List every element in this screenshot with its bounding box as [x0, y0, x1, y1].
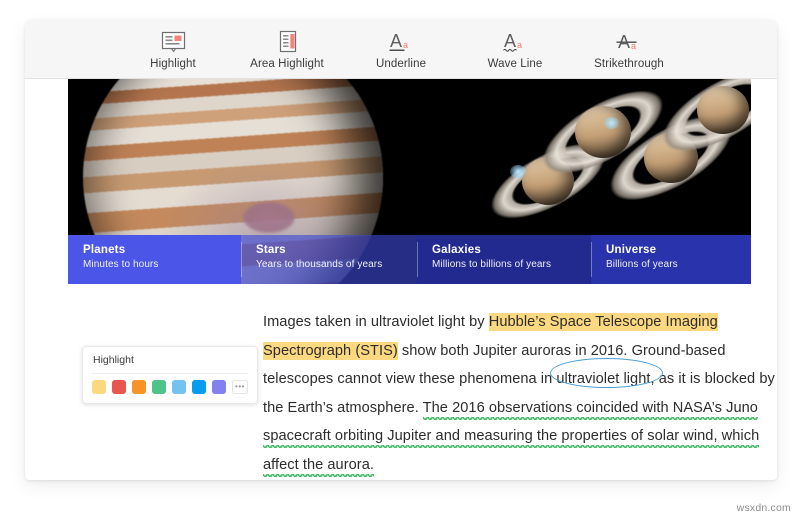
annotation-tool-list: Highlight Area Highlight A a Underline A…: [127, 28, 675, 70]
text-plain-1: Images taken in ultraviolet light by: [263, 314, 489, 330]
great-red-spot: [243, 202, 295, 233]
hero-image: Planets Minutes to hours Stars Years to …: [68, 79, 751, 284]
wave-line-icon: A a: [500, 28, 530, 55]
timeline-banner: Planets Minutes to hours Stars Years to …: [68, 235, 751, 284]
banner-segment-stars: Stars Years to thousands of years: [241, 235, 417, 284]
more-colors-button[interactable]: •••: [232, 380, 248, 394]
popup-divider: [92, 373, 248, 374]
tool-highlight[interactable]: Highlight: [127, 28, 219, 70]
tool-label: Highlight: [150, 58, 196, 70]
app-root: Highlight Area Highlight A a Underline A…: [0, 0, 800, 520]
banner-segment-title: Planets: [83, 244, 126, 256]
svg-text:A: A: [504, 31, 516, 51]
article-paragraph[interactable]: Images taken in ultraviolet light by Hub…: [263, 308, 777, 479]
color-swatch-blue[interactable]: [192, 380, 206, 394]
highlight-icon: [160, 28, 187, 55]
tool-wave-line[interactable]: A a Wave Line: [469, 28, 561, 71]
color-swatch-yellow[interactable]: [92, 380, 106, 394]
highlight-color-popup[interactable]: Highlight •••: [82, 346, 258, 404]
banner-segment-planets: Planets Minutes to hours: [68, 235, 241, 284]
banner-segment-universe: Universe Billions of years: [591, 235, 751, 284]
strikethrough-icon: A a: [614, 28, 644, 55]
banner-segment-subtitle: Millions to billions of years: [432, 259, 552, 270]
banner-segment-title: Universe: [606, 244, 657, 256]
color-swatch-red[interactable]: [112, 380, 126, 394]
document-window: Highlight Area Highlight A a Underline A…: [25, 20, 777, 480]
tool-strikethrough[interactable]: A a Strikethrough: [583, 28, 675, 71]
tool-label: Strikethrough: [594, 58, 664, 70]
banner-segment-subtitle: Billions of years: [606, 259, 678, 270]
watermark: wsxdn.com: [736, 502, 791, 514]
color-swatch-orange[interactable]: [132, 380, 146, 394]
annotation-toolbar: Highlight Area Highlight A a Underline A…: [25, 20, 777, 79]
color-swatch-row: •••: [92, 380, 248, 394]
color-swatch-green[interactable]: [152, 380, 166, 394]
area-highlight-icon: [274, 28, 301, 55]
svg-text:A: A: [390, 31, 402, 51]
banner-segment-title: Stars: [256, 244, 286, 256]
svg-text:a: a: [403, 40, 408, 50]
circle-annotation[interactable]: ultraviolet light,: [550, 358, 663, 394]
color-swatch-light-blue[interactable]: [172, 380, 186, 394]
saturn-body: [697, 86, 749, 134]
circled-text: ultraviolet light,: [556, 371, 655, 387]
banner-segment-title: Galaxies: [432, 244, 481, 256]
banner-segment-subtitle: Years to thousands of years: [256, 259, 383, 270]
svg-text:a: a: [517, 40, 522, 50]
banner-segment-subtitle: Minutes to hours: [83, 259, 159, 270]
tool-underline[interactable]: A a Underline: [355, 28, 447, 71]
tool-label: Wave Line: [487, 58, 543, 70]
color-swatch-purple[interactable]: [212, 380, 226, 394]
banner-segment-galaxies: Galaxies Millions to billions of years: [417, 235, 591, 284]
tool-label: Underline: [375, 58, 427, 70]
tool-area-highlight[interactable]: Area Highlight: [241, 28, 333, 70]
underline-icon: A a: [386, 28, 416, 55]
tool-label: Area Highlight: [250, 58, 324, 70]
saturn-aurora: [510, 165, 526, 178]
popup-title: Highlight: [93, 354, 134, 366]
